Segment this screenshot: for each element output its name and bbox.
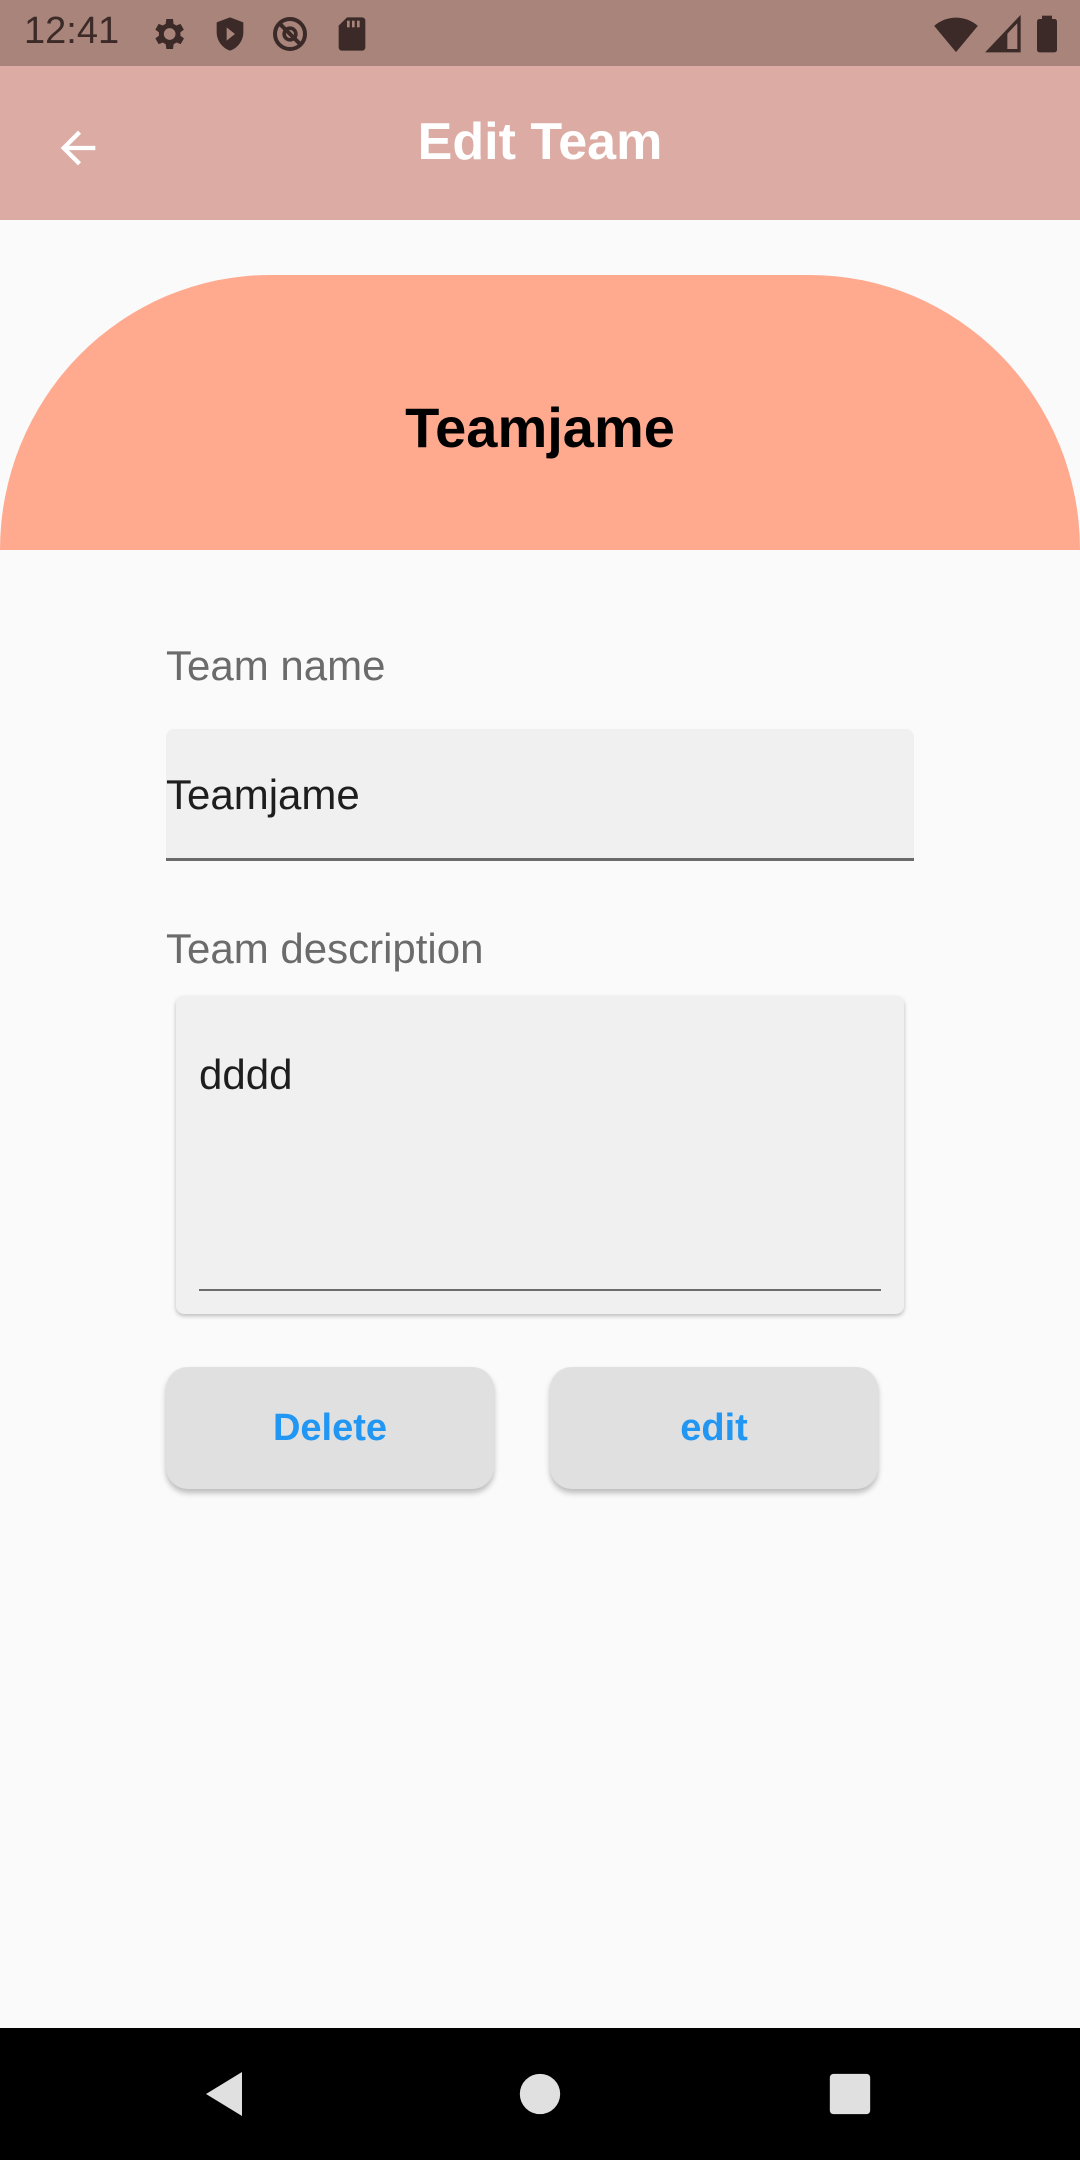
system-nav-bar [0,2028,1080,2160]
team-name-field[interactable]: Teamjame [166,729,914,861]
team-description-value: dddd [199,1051,293,1098]
team-header-banner: Teamjame [0,275,1080,550]
sd-card-icon [332,14,372,54]
gear-icon [148,14,188,54]
cell-signal-icon [984,14,1024,54]
nav-back-icon[interactable] [186,2054,266,2134]
team-name-label: Team name [166,642,386,689]
team-name-heading: Teamjame [405,396,675,459]
wifi-icon [934,14,978,54]
team-name-value: Teamjame [166,771,360,818]
status-bar: 12:41 [0,0,1080,66]
shield-icon [210,14,250,54]
edit-button[interactable]: edit [550,1367,878,1489]
nav-recents-icon[interactable] [810,2054,890,2134]
status-time: 12:41 [24,10,120,52]
no-sync-icon [270,14,310,54]
page-title: Edit Team [417,113,663,171]
battery-icon [1034,14,1064,54]
nav-home-icon[interactable] [500,2054,580,2134]
delete-button[interactable]: Delete [166,1367,494,1489]
team-description-label: Team description [166,925,484,972]
app-bar: Edit Team [0,66,1080,220]
team-description-field[interactable]: dddd [176,996,904,1314]
description-underline [199,1289,881,1291]
edit-team-screen: 12:41 Edit Team Teamjame Team name Teamj… [0,0,1080,2160]
